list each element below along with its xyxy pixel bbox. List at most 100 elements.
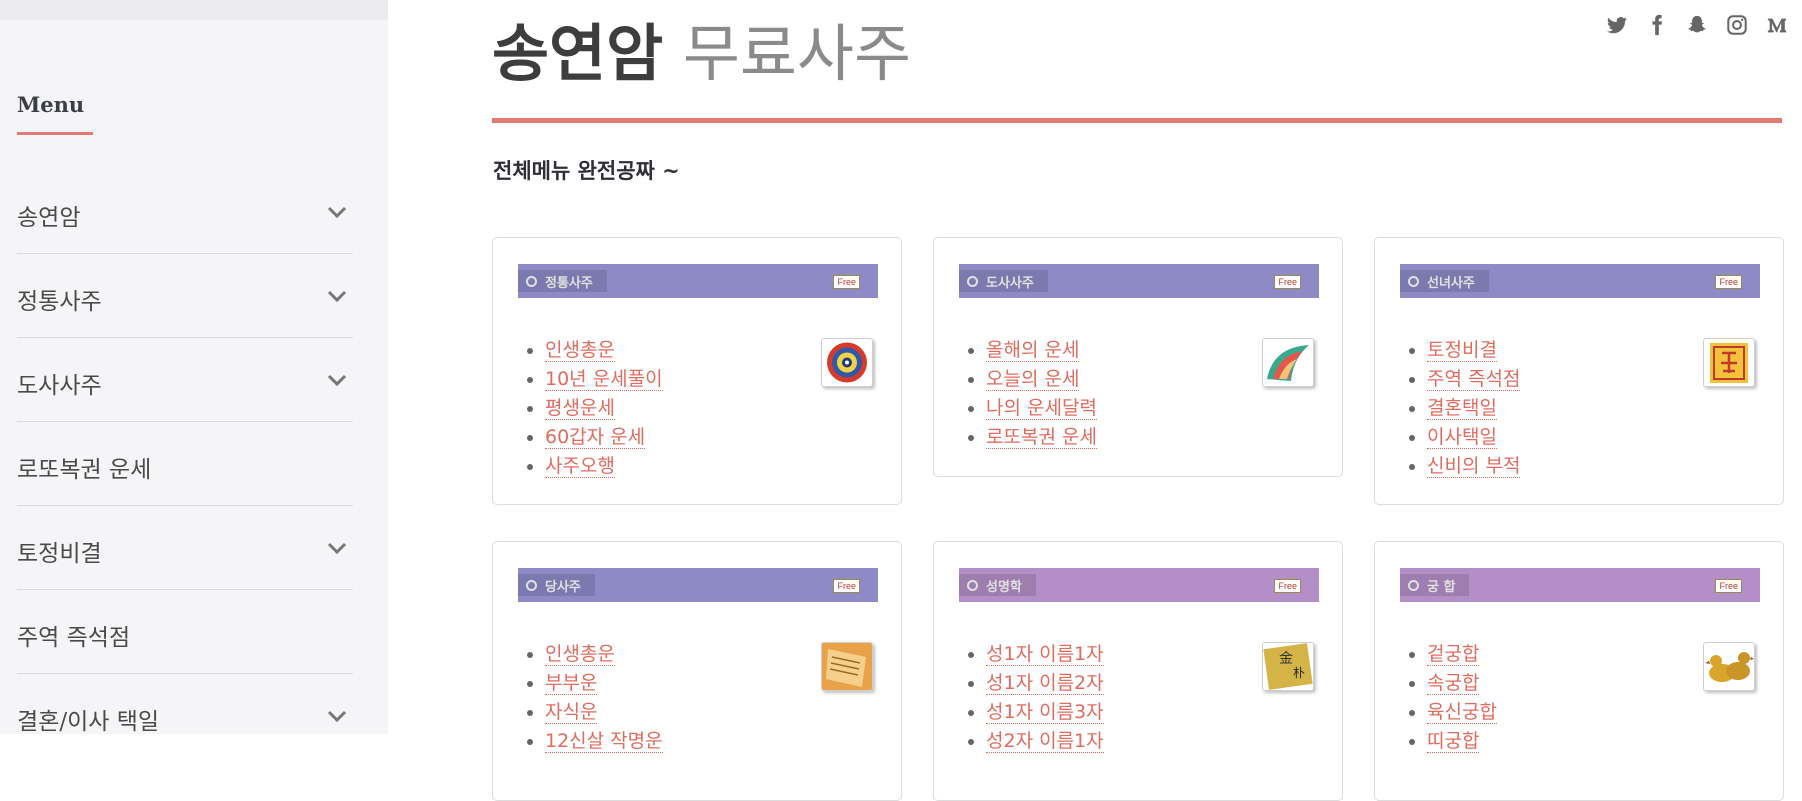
card-link[interactable]: 12신살 작명운 (545, 730, 663, 753)
free-badge: Free (1715, 275, 1742, 289)
menu-card: 당사주 Free 인생총운부부운자식운 12신살 작명운 (492, 541, 902, 801)
sidebar-nav: 송연암 정통사주도사사주로또복권 운세토정비결주역 즉석점결혼/이사 택일 (17, 170, 353, 758)
card-link[interactable]: 이사택일 (1427, 426, 1497, 449)
card-banner[interactable]: 선녀사주 Free (1400, 264, 1760, 298)
card-link[interactable]: 인생총운 (545, 339, 615, 362)
list-item: 성1자 이름2자 (986, 669, 1104, 698)
card-link[interactable]: 10년 운세풀이 (545, 368, 663, 391)
list-item: 자식운 (545, 698, 663, 727)
mandala-icon[interactable] (821, 338, 873, 387)
medium-icon[interactable] (1766, 14, 1788, 36)
list-item: 성2자 이름1자 (986, 727, 1104, 756)
free-badge: Free (1715, 579, 1742, 593)
card-banner[interactable]: 도사사주 Free (959, 264, 1319, 298)
card-link-list: 올해의 운세오늘의 운세나의 운세달력로또복권 운세 (959, 336, 1097, 452)
card-link[interactable]: 육신궁합 (1427, 701, 1497, 724)
list-item: 결혼택일 (1427, 394, 1520, 423)
facebook-icon[interactable] (1646, 14, 1668, 36)
list-item: 인생총운 (545, 336, 663, 365)
chevron-down-icon[interactable] (325, 368, 349, 392)
sidebar-item[interactable]: 로또복권 운세 (17, 422, 353, 506)
snapchat-icon[interactable] (1686, 14, 1708, 36)
card-link[interactable]: 속궁합 (1427, 672, 1480, 695)
card-link[interactable]: 성2자 이름1자 (986, 730, 1104, 753)
menu-card: 정통사주 Free 인생총운 10년 운세풀이평생운세 60갑자 운세사주오행 (492, 237, 902, 505)
free-badge: Free (1274, 275, 1301, 289)
list-item: 인생총운 (545, 640, 663, 669)
card-link-list: 성1자 이름1자성1자 이름2자성1자 이름3자성2자 이름1자 (959, 640, 1104, 756)
circle-bullet-icon (967, 275, 978, 287)
list-item: 오늘의 운세 (986, 365, 1097, 394)
scroll-icon[interactable] (821, 642, 873, 691)
card-link[interactable]: 토정비결 (1427, 339, 1497, 362)
card-banner[interactable]: 당사주 Free (518, 568, 878, 602)
card-link[interactable]: 성1자 이름2자 (986, 672, 1104, 695)
sidebar-item[interactable]: 정통사주 (17, 254, 353, 338)
list-item: 띠궁합 (1427, 727, 1497, 756)
talisman-icon[interactable] (1703, 338, 1755, 387)
card-link[interactable]: 자식운 (545, 701, 598, 724)
circle-bullet-icon (526, 275, 537, 287)
card-link[interactable]: 겉궁합 (1427, 643, 1480, 666)
sidebar-item[interactable]: 도사사주 (17, 338, 353, 422)
circle-bullet-icon (967, 579, 978, 591)
list-item: 이사택일 (1427, 423, 1520, 452)
card-link[interactable]: 부부운 (545, 672, 598, 695)
card-banner-tab: 도사사주 (959, 270, 1048, 292)
ducks-icon[interactable] (1703, 642, 1755, 691)
sidebar-item[interactable]: 토정비결 (17, 506, 353, 590)
list-item: 사주오행 (545, 452, 663, 481)
card-link[interactable]: 신비의 부적 (1427, 455, 1521, 478)
card-banner[interactable]: 정통사주 Free (518, 264, 878, 298)
card-link[interactable]: 사주오행 (545, 455, 615, 478)
sidebar-item[interactable]: 주역 즉석점 (17, 590, 353, 674)
instagram-icon[interactable] (1726, 14, 1748, 36)
card-link[interactable]: 인생총운 (545, 643, 615, 666)
chevron-down-icon[interactable] (325, 536, 349, 560)
card-banner-tab: 성명학 (959, 574, 1036, 596)
list-item: 올해의 운세 (986, 336, 1097, 365)
free-badge: Free (1274, 579, 1301, 593)
card-link[interactable]: 로또복권 운세 (986, 426, 1097, 449)
twitter-icon[interactable] (1606, 14, 1628, 36)
card-link[interactable]: 평생운세 (545, 397, 615, 420)
page-subtitle: 전체메뉴 완전공짜 ~ (493, 158, 680, 183)
card-link-list: 토정비결주역 즉석점결혼택일이사택일신비의 부적 (1400, 336, 1521, 481)
menu-card: 선녀사주 Free 토정비결주역 즉석점결혼택일이사택일신비의 부적 (1374, 237, 1784, 505)
card-banner[interactable]: 성명학 Free (959, 568, 1319, 602)
chevron-down-icon[interactable] (325, 200, 349, 224)
chevron-down-icon[interactable] (325, 704, 349, 728)
card-banner[interactable]: 궁 합 Free (1400, 568, 1760, 602)
chevron-down-icon[interactable] (325, 284, 349, 308)
card-link[interactable]: 오늘의 운세 (986, 368, 1080, 391)
svg-text:金: 金 (1279, 651, 1293, 667)
card-link[interactable]: 나의 운세달력 (986, 397, 1097, 420)
sidebar-item[interactable]: 송연암 (17, 170, 353, 254)
sidebar: Menu 송연암 정통사주 도사사주 로또복권 운세 토정비결 주역 즉석점 결혼/이사 택… (0, 0, 388, 735)
sidebar-item[interactable]: 결혼/이사 택일 (17, 674, 353, 758)
list-item: 평생운세 (545, 394, 663, 423)
fan-pattern-icon[interactable] (1262, 338, 1314, 387)
name-seal-icon[interactable]: 金朴 (1262, 642, 1314, 691)
list-item: 성1자 이름3자 (986, 698, 1104, 727)
card-link[interactable]: 60갑자 운세 (545, 426, 646, 449)
card-link[interactable]: 올해의 운세 (986, 339, 1080, 362)
sidebar-item-label: 토정비결 (17, 541, 102, 567)
card-link[interactable]: 성1자 이름3자 (986, 701, 1104, 724)
site-title-main: 송연암 (492, 17, 664, 90)
list-item: 주역 즉석점 (1427, 365, 1521, 394)
site-title[interactable]: 송연암 무료사주 (492, 14, 911, 94)
card-link[interactable]: 성1자 이름1자 (986, 643, 1104, 666)
social-links (1606, 14, 1788, 36)
card-link[interactable]: 결혼택일 (1427, 397, 1497, 420)
sidebar-item-label: 주역 즉석점 (17, 625, 131, 651)
card-title: 궁 합 (1427, 579, 1456, 595)
list-item: 부부운 (545, 669, 663, 698)
card-link[interactable]: 주역 즉석점 (1427, 368, 1521, 391)
list-item: 성1자 이름1자 (986, 640, 1104, 669)
card-title: 정통사주 (545, 275, 593, 291)
sidebar-item-label: 도사사주 (17, 373, 102, 399)
menu-card: 도사사주 Free 올해의 운세오늘의 운세나의 운세달력로또복권 운세 (933, 237, 1343, 477)
card-link[interactable]: 띠궁합 (1427, 730, 1480, 753)
card-banner-tab: 궁 합 (1400, 574, 1470, 596)
